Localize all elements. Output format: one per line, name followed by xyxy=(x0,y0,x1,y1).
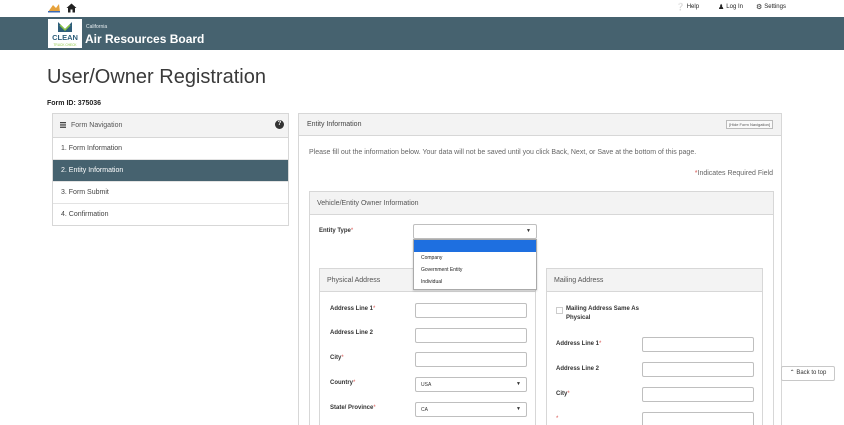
required-field-note: *Indicates Required Field xyxy=(694,170,774,177)
site-header: CLEAN TRUCK CHECK California Air Resourc… xyxy=(0,17,844,50)
entity-type-option-blank[interactable] xyxy=(414,240,536,252)
caret-down-icon: ▼ xyxy=(526,228,531,234)
nav-item-confirmation[interactable]: 4. Confirmation xyxy=(53,204,288,226)
nav-item-entity-information[interactable]: 2. Entity Information xyxy=(53,160,288,182)
physical-country-label-text: Country xyxy=(330,380,353,386)
california-logo-icon[interactable] xyxy=(47,3,61,13)
entity-type-option-individual[interactable]: Individual xyxy=(414,276,536,288)
entity-type-select[interactable]: ▼ xyxy=(413,224,537,239)
page-title: User/Owner Registration xyxy=(47,66,266,88)
chevron-up-icon: ⌃ xyxy=(789,370,795,376)
mailing-country-label: * xyxy=(556,416,559,422)
state-name: California xyxy=(86,24,108,30)
physical-address-line1-label: Address Line 1* xyxy=(330,306,376,312)
mailing-city-label: City* xyxy=(556,391,570,397)
required-field-note-text: Indicates Required Field xyxy=(697,170,774,177)
mailing-same-label-line1: Mailing Address Same As xyxy=(566,306,639,312)
form-navigation-title: Form Navigation xyxy=(71,122,123,129)
nav-item-form-submit[interactable]: 3. Form Submit xyxy=(53,182,288,204)
mailing-address-line1-label: Address Line 1* xyxy=(556,341,602,347)
list-icon xyxy=(60,122,66,128)
mailing-address-title: Mailing Address xyxy=(547,269,762,292)
clean-truck-check-logo[interactable]: CLEAN TRUCK CHECK xyxy=(48,19,82,48)
entity-type-label-text: Entity Type xyxy=(319,228,351,234)
panel-title: Entity Information xyxy=(307,121,362,128)
caret-down-icon: ▼ xyxy=(516,406,521,412)
caret-down-icon: ▼ xyxy=(516,381,521,387)
entity-type-dropdown-list: Company Government Entity Individual xyxy=(413,239,537,290)
entity-type-label: Entity Type* xyxy=(319,228,354,234)
logo-text-clean: CLEAN xyxy=(52,33,78,42)
physical-country-value: USA xyxy=(421,382,432,388)
form-navigation: Form Navigation ? 1. Form Information 2.… xyxy=(52,113,289,226)
physical-state-label-text: State/ Province xyxy=(330,405,374,411)
user-icon: ♟ xyxy=(718,4,725,11)
login-link[interactable]: ♟ Log In xyxy=(718,3,743,11)
physical-address-line1-input[interactable] xyxy=(415,303,527,318)
mailing-same-as-physical-checkbox[interactable] xyxy=(556,307,563,314)
hide-navigation-button[interactable]: [Hide Form Navigation] xyxy=(726,120,773,129)
settings-label: Settings xyxy=(764,4,786,10)
nav-item-form-information[interactable]: 1. Form Information xyxy=(53,138,288,160)
mailing-address-line2-input[interactable] xyxy=(642,362,754,377)
mailing-same-label-line2: Physical xyxy=(566,315,591,321)
mailing-city-input[interactable] xyxy=(642,387,754,402)
back-to-top-label: Back to top xyxy=(796,370,827,376)
physical-country-label: Country* xyxy=(330,380,356,386)
entity-type-option-government-entity[interactable]: Government Entity xyxy=(414,264,536,276)
mailing-same-as-physical-label: Mailing Address Same As Physical xyxy=(566,305,639,323)
physical-state-label: State/ Province* xyxy=(330,405,376,411)
physical-address-line2-input[interactable] xyxy=(415,328,527,343)
mailing-address-line1-input[interactable] xyxy=(642,337,754,352)
help-label: Help xyxy=(686,4,700,10)
mailing-address-line1-label-text: Address Line 1 xyxy=(556,341,600,347)
help-circle-icon[interactable]: ? xyxy=(275,120,284,129)
entity-type-option-company[interactable]: Company xyxy=(414,252,536,264)
physical-city-label-text: City xyxy=(330,355,342,361)
physical-city-label: City* xyxy=(330,355,344,361)
mailing-address-line2-label: Address Line 2 xyxy=(556,366,600,372)
physical-address-line2-label: Address Line 2 xyxy=(330,330,374,336)
mailing-city-label-text: City xyxy=(556,391,568,397)
form-id: Form ID: 375036 xyxy=(47,100,102,107)
top-utility-bar: ❔ Help ♟ Log In ⚙ Settings xyxy=(0,0,844,17)
question-circle-icon: ❔ xyxy=(676,4,685,11)
home-icon[interactable] xyxy=(66,3,77,13)
settings-link[interactable]: ⚙ Settings xyxy=(756,3,786,11)
agency-name[interactable]: Air Resources Board xyxy=(85,32,204,46)
gear-icon: ⚙ xyxy=(756,4,763,11)
help-link[interactable]: ❔ Help xyxy=(676,3,699,11)
back-to-top-button[interactable]: ⌃ Back to top xyxy=(781,366,835,381)
mailing-country-select[interactable] xyxy=(642,412,754,425)
physical-country-select[interactable]: USA ▼ xyxy=(415,377,527,392)
physical-state-select[interactable]: CA ▼ xyxy=(415,402,527,417)
login-label: Log In xyxy=(726,4,743,10)
intro-text: Please fill out the information below. Y… xyxy=(309,149,697,156)
owner-information-title: Vehicle/Entity Owner Information xyxy=(310,192,773,215)
panel-header: Entity Information [Hide Form Navigation… xyxy=(299,114,781,136)
physical-state-value: CA xyxy=(421,407,428,413)
physical-address-line1-label-text: Address Line 1 xyxy=(330,306,374,312)
logo-text-truck-check: TRUCK CHECK xyxy=(53,43,77,47)
form-navigation-header: Form Navigation ? xyxy=(53,114,288,138)
physical-city-input[interactable] xyxy=(415,352,527,367)
